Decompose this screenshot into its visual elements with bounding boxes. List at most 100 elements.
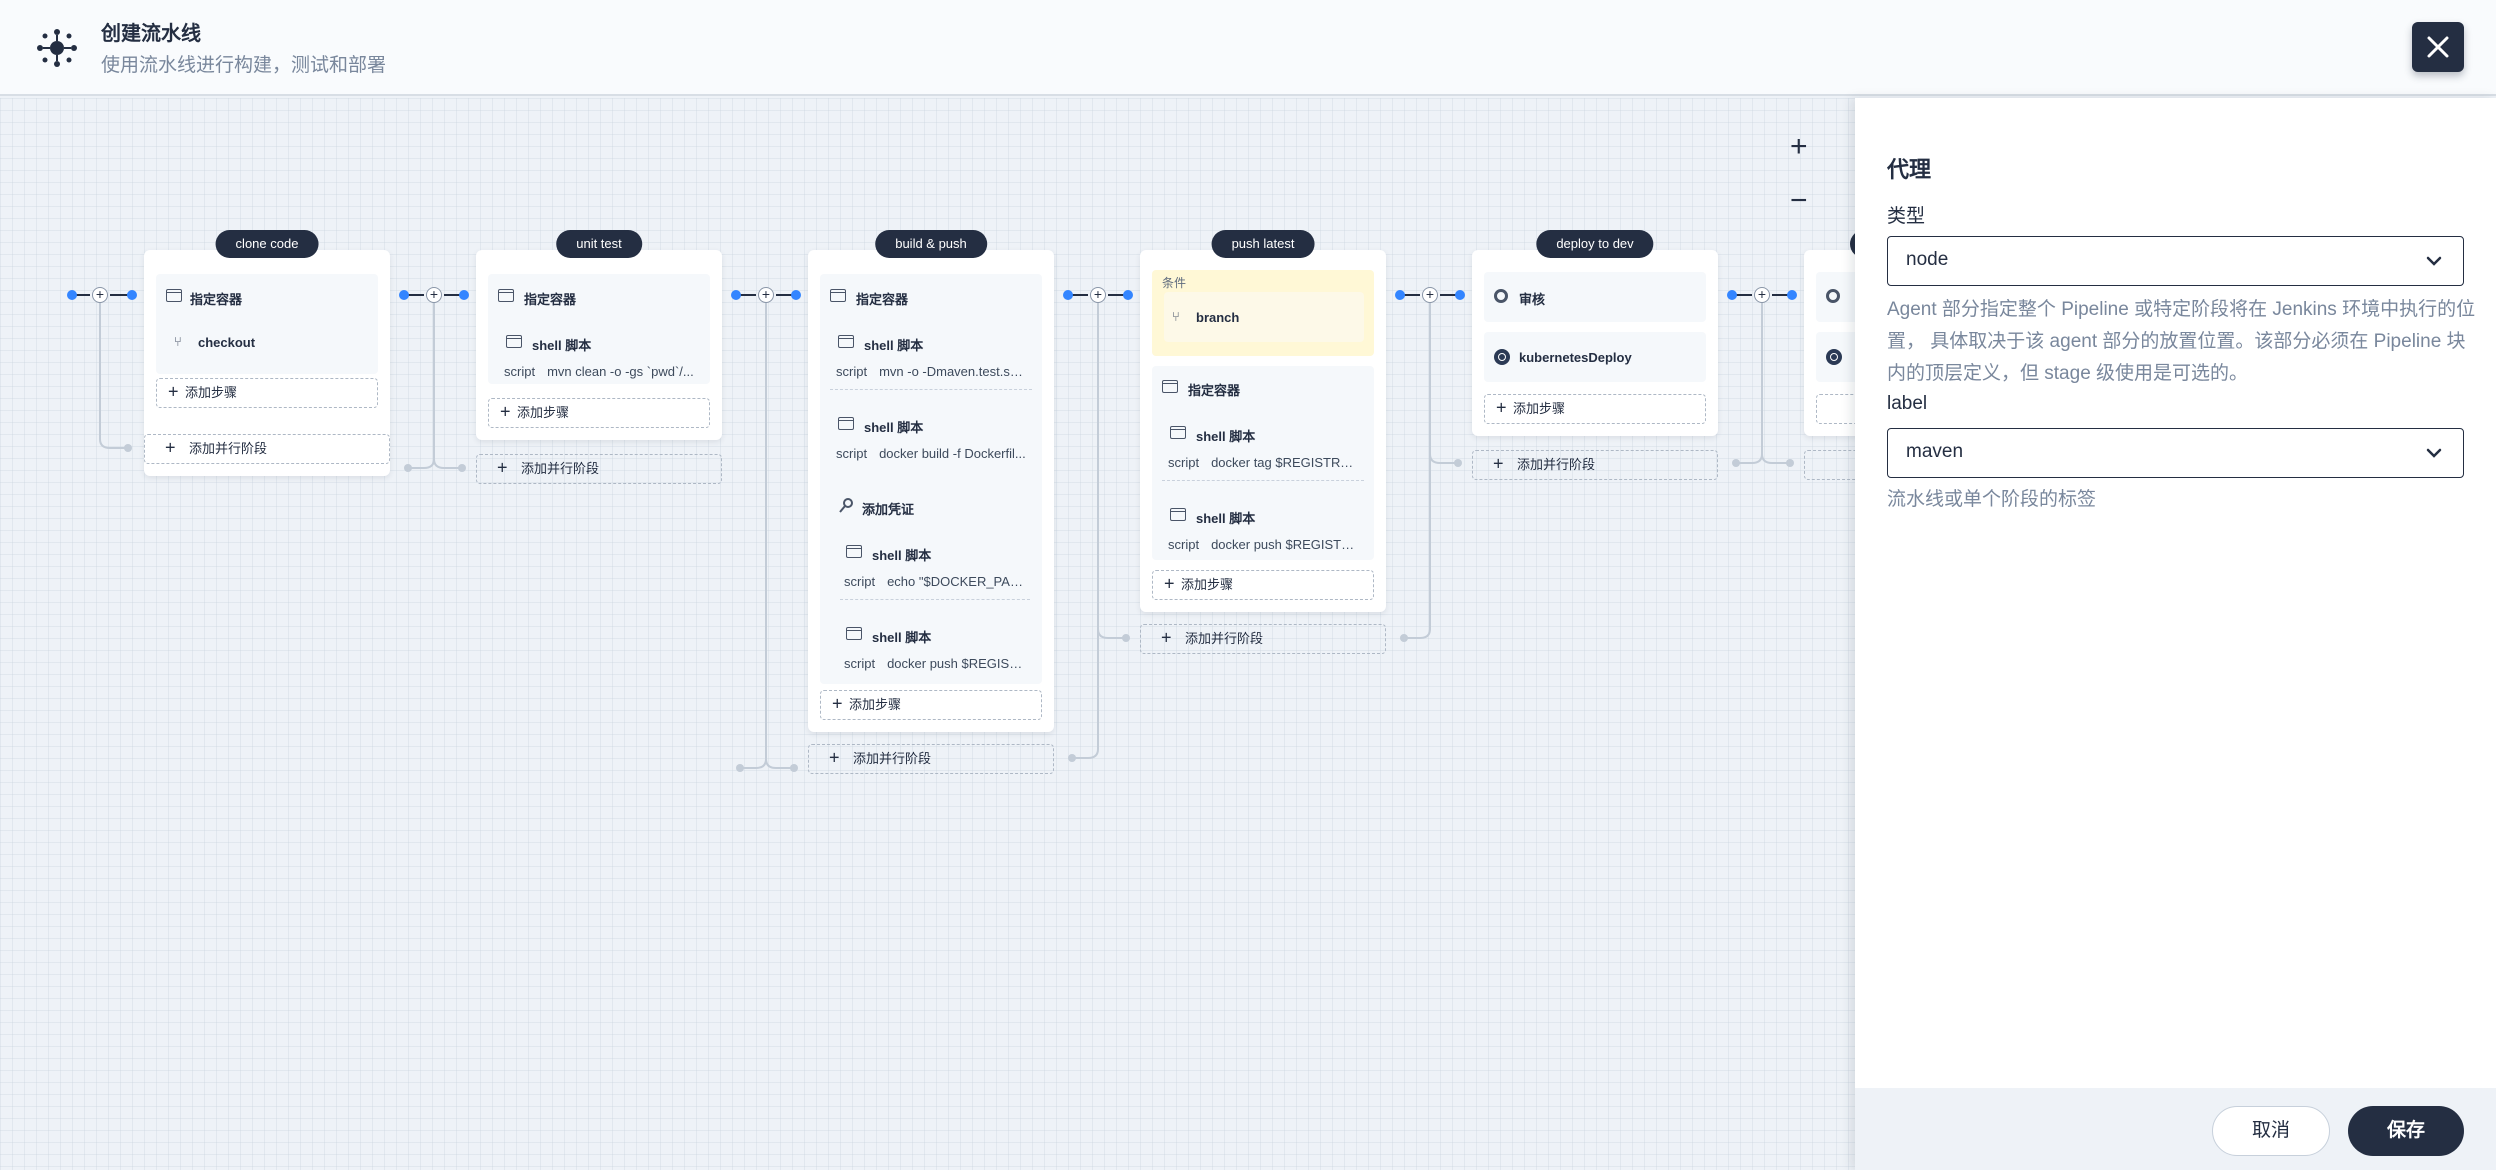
container-icon xyxy=(830,289,846,302)
review-icon xyxy=(1826,289,1840,303)
checkout-icon: ⑂ xyxy=(174,334,182,349)
shell-icon xyxy=(846,627,862,640)
stage-label[interactable]: push latest xyxy=(1211,230,1315,258)
pipeline-icon xyxy=(37,29,77,67)
chevron-down-icon xyxy=(2426,256,2442,266)
close-button[interactable] xyxy=(2412,22,2464,72)
shell-icon xyxy=(506,335,522,348)
label-field-label: label xyxy=(1887,393,1928,414)
page-subtitle: 使用流水线进行构建，测试和部署 xyxy=(101,55,387,76)
close-icon xyxy=(2427,36,2449,58)
connector-node xyxy=(1727,290,1737,300)
label-select-value: maven xyxy=(1906,441,1964,462)
step-title[interactable]: checkout xyxy=(198,335,255,350)
step-script: script echo "$DOCKER_PAS... xyxy=(844,574,1024,589)
shell-icon xyxy=(846,545,862,558)
connector-node xyxy=(1123,290,1133,300)
panel-heading: 代理 xyxy=(1887,157,1932,182)
step-title: 指定容器 xyxy=(856,292,909,307)
step-title[interactable]: shell 脚本 xyxy=(1196,426,1255,445)
add-step-button[interactable]: 添加步骤 xyxy=(488,398,710,428)
add-step-button[interactable]: 添加步骤 xyxy=(156,378,378,408)
step-script: script mvn clean -o -gs `pwd`/... xyxy=(504,364,694,379)
shell-icon xyxy=(1170,508,1186,521)
shell-icon xyxy=(838,417,854,430)
connector-node xyxy=(127,290,137,300)
step-title: 指定容器 xyxy=(1188,383,1241,398)
step-item[interactable] xyxy=(1484,272,1706,322)
add-step-button[interactable]: 添加步骤 xyxy=(1484,394,1706,424)
add-parallel-stage-button[interactable]: 添加并行阶段 xyxy=(808,744,1054,774)
condition-label: 条件 xyxy=(1162,276,1187,290)
step-script: script mvn -o -Dmaven.test.ski... xyxy=(836,364,1026,379)
step-title[interactable]: shell 脚本 xyxy=(864,335,923,354)
add-parallel-stage-button[interactable]: 添加并行阶段 xyxy=(144,434,390,464)
save-button[interactable]: 保存 xyxy=(2348,1106,2464,1156)
connector-node xyxy=(1455,290,1465,300)
container-icon xyxy=(166,289,182,302)
step-script: script docker push $REGIST... xyxy=(844,656,1024,671)
kubernetes-icon xyxy=(1494,349,1510,365)
type-select-value: node xyxy=(1906,249,1949,270)
connector-node xyxy=(67,290,77,300)
pipeline-canvas[interactable]: + − + + + + + + clone code 指定容器 ⑂ checko… xyxy=(0,98,1855,1170)
stage-label[interactable]: unit test xyxy=(556,230,642,258)
add-parallel-stage-button[interactable]: 添加并行阶段 xyxy=(476,454,722,484)
connector-node xyxy=(1395,290,1405,300)
add-parallel-stage-button[interactable]: 添加并行阶段 xyxy=(1472,450,1718,480)
type-field-label: 类型 xyxy=(1887,206,1926,227)
add-step-button[interactable]: 添加步骤 xyxy=(820,690,1042,720)
kubernetes-icon xyxy=(1826,349,1842,365)
step-title: 指定容器 xyxy=(524,292,577,307)
add-step-button[interactable]: 添加步骤 xyxy=(1152,570,1374,600)
stage-label[interactable]: clone code xyxy=(215,230,319,258)
shell-icon xyxy=(1170,426,1186,439)
header: 创建流水线 使用流水线进行构建，测试和部署 xyxy=(0,0,2496,96)
page-title: 创建流水线 xyxy=(101,23,201,45)
connector-node xyxy=(791,290,801,300)
step-divider xyxy=(830,389,1032,390)
add-stage-button[interactable]: + xyxy=(92,287,108,303)
container-icon xyxy=(1162,380,1178,393)
agent-settings-panel: 代理 类型 node Agent 部分指定整个 Pipeline 或特定阶段将在… xyxy=(1855,98,2496,1170)
step-title[interactable]: shell 脚本 xyxy=(872,545,931,564)
stage-label[interactable]: deploy to dev xyxy=(1536,230,1654,258)
step-title[interactable]: shell 脚本 xyxy=(1196,508,1255,527)
condition-value: branch xyxy=(1196,310,1240,325)
condition-item[interactable] xyxy=(1164,292,1364,342)
container-icon xyxy=(498,289,514,302)
stage-label[interactable]: build & push xyxy=(875,230,987,258)
cancel-button[interactable]: 取消 xyxy=(2212,1106,2330,1156)
connector-node xyxy=(1063,290,1073,300)
branch-icon: ⑂ xyxy=(1172,309,1180,324)
add-stage-button[interactable]: + xyxy=(426,287,442,303)
review-icon xyxy=(1494,289,1508,303)
step-script: script docker build -f Dockerfil... xyxy=(836,446,1026,461)
label-select[interactable]: maven xyxy=(1887,428,2464,478)
connector-node xyxy=(1787,290,1797,300)
add-step-button[interactable] xyxy=(1816,394,1855,424)
step-title: 审核 xyxy=(1519,292,1546,307)
add-stage-button[interactable]: + xyxy=(1422,287,1438,303)
step-divider xyxy=(840,599,1030,600)
step-title: 指定容器 xyxy=(190,292,243,307)
key-icon xyxy=(839,498,853,513)
add-parallel-stage-button[interactable]: 添加并行阶段 xyxy=(1140,624,1386,654)
chevron-down-icon xyxy=(2426,448,2442,458)
add-parallel-stage-button[interactable] xyxy=(1804,450,1855,480)
type-select[interactable]: node xyxy=(1887,236,2464,286)
add-stage-button[interactable]: + xyxy=(1754,287,1770,303)
step-title[interactable]: shell 脚本 xyxy=(864,417,923,436)
add-stage-button[interactable]: + xyxy=(758,287,774,303)
step-divider xyxy=(1162,480,1364,481)
type-description: Agent 部分指定整个 Pipeline 或特定阶段将在 Jenkins 环境… xyxy=(1887,299,2476,384)
connector-node xyxy=(731,290,741,300)
connector-node xyxy=(459,290,469,300)
step-script: script docker push $REGISTRY... xyxy=(1168,537,1358,552)
step-title[interactable]: 添加凭证 xyxy=(862,499,914,518)
add-stage-button[interactable]: + xyxy=(1090,287,1106,303)
label-description: 流水线或单个阶段的标签 xyxy=(1887,489,2097,510)
step-title[interactable]: shell 脚本 xyxy=(532,335,591,354)
shell-icon xyxy=(838,335,854,348)
step-title[interactable]: shell 脚本 xyxy=(872,627,931,646)
